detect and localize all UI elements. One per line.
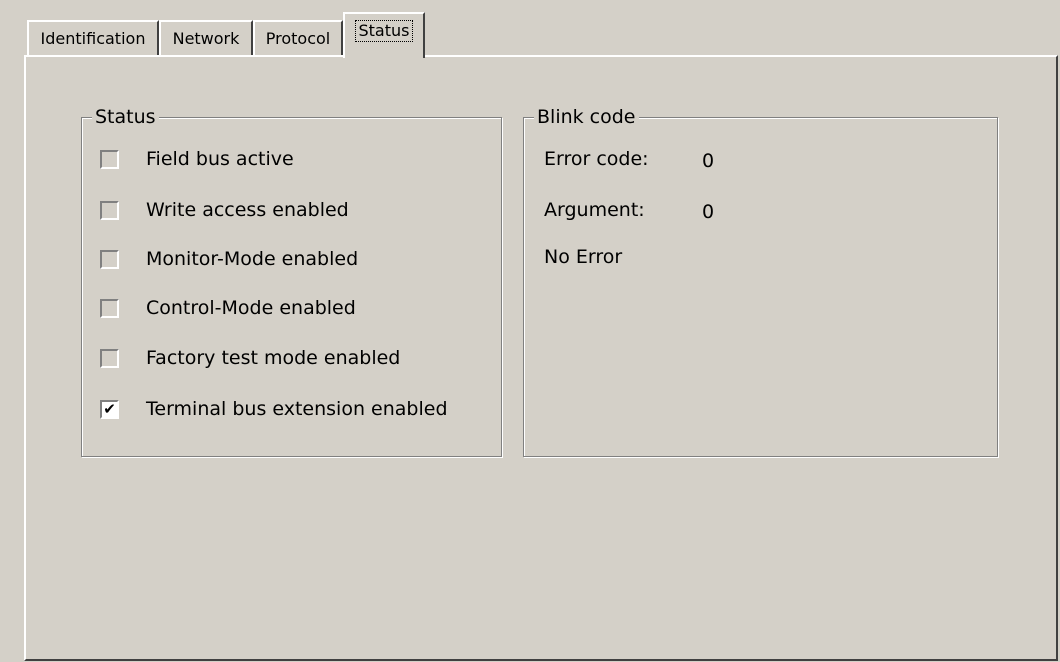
checkbox-label: Monitor-Mode enabled bbox=[146, 248, 359, 270]
checkbox-label: Factory test mode enabled bbox=[146, 347, 401, 369]
tab-identification[interactable]: Identification bbox=[27, 20, 159, 57]
error-code-label: Error code: bbox=[544, 148, 649, 170]
checkbox-box[interactable] bbox=[100, 299, 119, 318]
checkbox-box[interactable] bbox=[100, 250, 119, 269]
tab-identification-label: Identification bbox=[40, 29, 146, 48]
checkbox-box[interactable] bbox=[100, 349, 119, 368]
checkbox-label: Control-Mode enabled bbox=[146, 297, 356, 319]
blink-code-group-title: Blink code bbox=[534, 104, 639, 130]
blink-code-message: No Error bbox=[544, 246, 623, 268]
status-group-title: Status bbox=[92, 104, 159, 130]
tab-status-label: Status bbox=[354, 20, 414, 42]
tab-status[interactable]: Status bbox=[343, 12, 425, 58]
checkbox-label: Terminal bus extension enabled bbox=[146, 398, 448, 420]
tab-protocol-label: Protocol bbox=[265, 29, 331, 48]
checkbox-box[interactable]: ✔ bbox=[100, 400, 119, 419]
blink-code-groupbox: Blink code Error code: 0 Argument: 0 No … bbox=[523, 104, 998, 457]
tab-panel-status: Status Field bus active Write access ena… bbox=[24, 55, 1058, 661]
error-code-value: 0 bbox=[702, 150, 715, 172]
checkbox-box[interactable] bbox=[100, 150, 119, 169]
tab-protocol[interactable]: Protocol bbox=[253, 20, 343, 57]
argument-value: 0 bbox=[702, 201, 715, 223]
argument-label: Argument: bbox=[544, 199, 645, 221]
tab-network[interactable]: Network bbox=[159, 20, 253, 57]
tab-network-label: Network bbox=[172, 29, 240, 48]
checkbox-box[interactable] bbox=[100, 201, 119, 220]
checkbox-label: Field bus active bbox=[146, 148, 294, 170]
status-groupbox: Status Field bus active Write access ena… bbox=[81, 104, 502, 457]
checkbox-label: Write access enabled bbox=[146, 199, 349, 221]
